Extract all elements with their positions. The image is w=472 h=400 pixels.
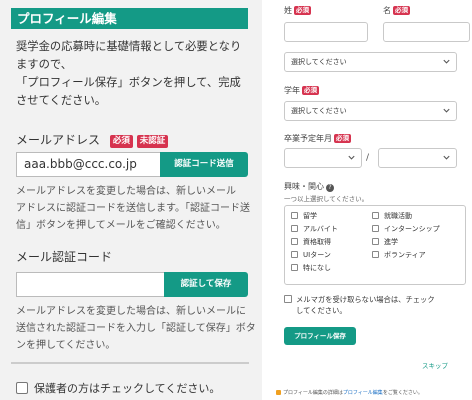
first-name-label-row: 名必須	[383, 6, 410, 15]
first-name-input[interactable]	[383, 22, 470, 42]
checkbox[interactable]	[291, 225, 298, 232]
required-badge: 必須	[393, 6, 410, 15]
skip-link[interactable]: スキップ	[422, 360, 448, 370]
checkbox[interactable]	[291, 251, 298, 258]
footer-note: プロフィール編集の詳細はプロフィール編集をご覧ください。	[276, 389, 423, 396]
newsletter-checkbox[interactable]	[284, 295, 292, 303]
interest-option[interactable]: 留学	[291, 212, 317, 221]
chevron-down-icon	[443, 59, 450, 64]
top-select[interactable]: 選択してください	[284, 52, 457, 72]
help-icon[interactable]: ?	[326, 184, 334, 192]
interest-option[interactable]: UIターン	[291, 251, 331, 260]
checkbox[interactable]	[372, 225, 379, 232]
last-name-label-row: 姓必須	[284, 6, 311, 15]
interest-option[interactable]: 資格取得	[291, 238, 331, 247]
email-help-text: メールアドレスを変更した場合は、新しいメール アドレスに認証コードを送信します。…	[16, 186, 250, 231]
last-name-input[interactable]	[284, 22, 368, 42]
required-badge: 必須	[302, 86, 319, 95]
chevron-down-icon	[348, 155, 355, 160]
interests-options: 留学 就職活動 アルバイト インターンシップ 資格取得 進学 UIターン ボラン…	[284, 205, 466, 285]
email-label-row: メールアドレス 必須 未認証	[16, 133, 169, 148]
info-icon	[276, 390, 281, 395]
unverified-badge: 未認証	[136, 135, 169, 148]
graduation-year-select[interactable]	[284, 148, 362, 168]
required-badge: 必須	[109, 135, 133, 148]
intro-text: 奨学金の応募時に基礎情報として必要となり ますので、 「プロフィール保存」ボタン…	[16, 40, 242, 107]
guardian-checkbox[interactable]	[16, 382, 28, 394]
interest-option[interactable]: インターンシップ	[372, 225, 440, 234]
profile-edit-link[interactable]: プロフィール編集	[343, 390, 383, 396]
verification-code-input[interactable]	[16, 272, 164, 297]
code-help-text: メールアドレスを変更した場合は、新しいメールに 送信された認証コードを入力し「認…	[16, 306, 256, 351]
guardian-checkbox-row[interactable]: 保護者の方はチェックしてください。	[16, 380, 220, 396]
profile-edit-panel: プロフィール編集 奨学金の応募時に基礎情報として必要となり ますので、 「プロフ…	[0, 0, 262, 400]
grade-label-row: 学年 必須	[284, 86, 319, 95]
verification-code-label: メール認証コード	[16, 250, 113, 264]
interests-hint: 一つ以上選択してください。	[284, 195, 369, 203]
chevron-down-icon	[443, 155, 450, 160]
checkbox[interactable]	[372, 238, 379, 245]
save-profile-button[interactable]: プロフィール保存	[284, 327, 356, 345]
graduation-month-select[interactable]	[378, 148, 457, 168]
interests-label-row: 興味・関心?	[284, 182, 334, 192]
chevron-down-icon	[443, 108, 450, 113]
interest-option[interactable]: アルバイト	[291, 225, 338, 234]
newsletter-checkbox-row[interactable]: メルマガを受け取らない場合は、チェック してください。	[284, 294, 466, 316]
section-title: プロフィール編集	[11, 8, 248, 29]
divider	[11, 362, 249, 364]
verify-and-save-button[interactable]: 認証して保存	[164, 272, 248, 297]
send-code-button[interactable]: 認証コード送信	[160, 152, 248, 177]
checkbox[interactable]	[372, 251, 379, 258]
profile-form-panel: 姓必須 名必須 選択してください 学年 必須 選択してください 卒業予定年月 必須 …	[280, 0, 472, 400]
grade-select[interactable]: 選択してください	[284, 101, 457, 121]
interest-option[interactable]: 就職活動	[372, 212, 412, 221]
interest-option[interactable]: ボランティア	[372, 251, 426, 260]
checkbox[interactable]	[291, 238, 298, 245]
checkbox[interactable]	[372, 212, 379, 219]
email-label: メールアドレス	[16, 133, 101, 147]
checkbox[interactable]	[291, 264, 298, 271]
guardian-checkbox-label: 保護者の方はチェックしてください。	[34, 382, 221, 395]
interest-option[interactable]: 進学	[372, 238, 398, 247]
checkbox[interactable]	[291, 212, 298, 219]
date-separator: /	[366, 153, 370, 163]
email-field[interactable]: aaa.bbb@ccc.co.jp	[16, 152, 160, 177]
required-badge: 必須	[334, 134, 351, 143]
interest-option[interactable]: 特になし	[291, 264, 331, 273]
required-badge: 必須	[294, 6, 311, 15]
graduation-label-row: 卒業予定年月 必須	[284, 134, 351, 143]
